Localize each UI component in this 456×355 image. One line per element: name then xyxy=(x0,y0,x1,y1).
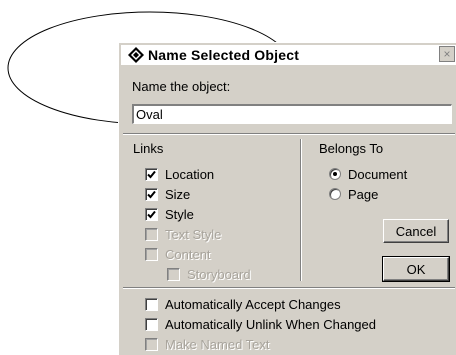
checkbox-label: Automatically Accept Changes xyxy=(165,296,341,312)
checkbox-auto-unlink[interactable]: Automatically Unlink When Changed xyxy=(145,315,376,333)
checkbox-style[interactable]: Style xyxy=(145,205,194,223)
checkbox-label: Storyboard xyxy=(187,266,251,282)
checkmark-icon xyxy=(147,170,156,178)
links-heading: Links xyxy=(133,141,164,156)
ok-button[interactable]: OK xyxy=(382,256,450,282)
checkbox-label: Text Style xyxy=(165,226,222,242)
checkbox-size[interactable]: Size xyxy=(145,185,190,203)
radio-button[interactable] xyxy=(329,168,341,180)
separator-top xyxy=(123,133,455,135)
checkbox-label: Size xyxy=(165,186,191,202)
checkbox-auto-accept[interactable]: Automatically Accept Changes xyxy=(145,295,341,313)
checkbox-label: Make Named Text xyxy=(165,336,270,352)
radio-label: Document xyxy=(348,166,408,182)
checkbox-box[interactable] xyxy=(145,337,158,351)
belongs-to-heading: Belongs To xyxy=(319,141,384,156)
checkbox-label: Content xyxy=(165,246,211,262)
separator-bottom xyxy=(123,287,455,289)
dialog-title: Name Selected Object xyxy=(148,47,300,63)
checkbox-box[interactable] xyxy=(145,207,158,221)
dialog-titlebar[interactable]: Name Selected Object × xyxy=(121,45,456,65)
diamond-app-icon xyxy=(128,47,144,63)
close-button[interactable]: × xyxy=(439,46,455,62)
radio-button[interactable] xyxy=(329,188,341,200)
radio-page[interactable]: Page xyxy=(329,185,378,203)
object-name-input[interactable] xyxy=(132,104,452,124)
checkbox-box[interactable] xyxy=(145,317,158,331)
checkbox-box[interactable] xyxy=(145,297,158,311)
name-selected-object-dialog: Name Selected Object × Name the object: … xyxy=(118,42,456,355)
checkbox-box[interactable] xyxy=(167,267,180,281)
name-field-label: Name the object: xyxy=(132,79,231,94)
radio-selected-dot xyxy=(333,172,337,176)
checkbox-box[interactable] xyxy=(145,167,158,181)
checkbox-label: Style xyxy=(165,206,194,222)
checkbox-text-style[interactable]: Text Style xyxy=(145,225,221,243)
checkbox-storyboard[interactable]: Storyboard xyxy=(167,265,251,283)
checkbox-box[interactable] xyxy=(145,247,158,261)
checkbox-make-named-text[interactable]: Make Named Text xyxy=(145,335,270,353)
radio-label: Page xyxy=(348,186,379,202)
checkbox-location[interactable]: Location xyxy=(145,165,214,183)
separator-vertical xyxy=(300,139,302,281)
radio-document[interactable]: Document xyxy=(329,165,407,183)
checkmark-icon xyxy=(147,190,156,198)
checkbox-box[interactable] xyxy=(145,227,158,241)
checkmark-icon xyxy=(147,210,156,218)
checkbox-content[interactable]: Content xyxy=(145,245,211,263)
cancel-button[interactable]: Cancel xyxy=(383,219,449,243)
checkbox-box[interactable] xyxy=(145,187,158,201)
checkbox-label: Automatically Unlink When Changed xyxy=(165,316,376,332)
checkbox-label: Location xyxy=(165,166,215,182)
